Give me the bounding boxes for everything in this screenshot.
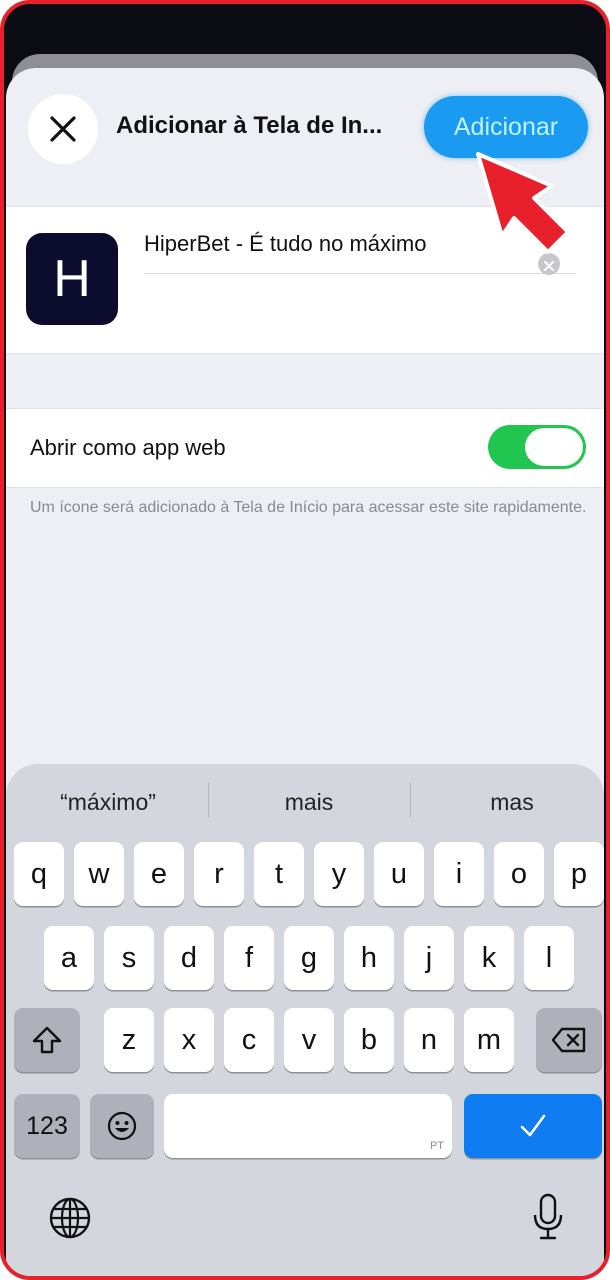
key-n[interactable]: n <box>404 1008 454 1072</box>
globe-icon <box>49 1197 91 1239</box>
key-o[interactable]: o <box>494 842 544 906</box>
key-h[interactable]: h <box>344 926 394 990</box>
key-r[interactable]: r <box>194 842 244 906</box>
suggestion-1[interactable]: “máximo” <box>8 784 208 820</box>
pointer-arrow-icon <box>476 152 570 254</box>
toggle-knob <box>525 428 583 466</box>
key-g[interactable]: g <box>284 926 334 990</box>
web-app-row: Abrir como app web <box>6 408 604 488</box>
key-a[interactable]: a <box>44 926 94 990</box>
key-j[interactable]: j <box>404 926 454 990</box>
suggestion-3[interactable]: mas <box>412 784 604 820</box>
space-key[interactable]: PT <box>164 1094 452 1158</box>
keyboard-language-label: PT <box>429 1140 444 1152</box>
app-name-value: HiperBet - É tudo no máximo <box>144 231 427 256</box>
key-e[interactable]: e <box>134 842 184 906</box>
key-y[interactable]: y <box>314 842 364 906</box>
key-v[interactable]: v <box>284 1008 334 1072</box>
done-key[interactable] <box>464 1094 602 1158</box>
key-q[interactable]: q <box>14 842 64 906</box>
key-m[interactable]: m <box>464 1008 514 1072</box>
dictation-key[interactable] <box>524 1192 572 1242</box>
footnote-text: Um ícone será adicionado à Tela de Iníci… <box>30 499 587 516</box>
suggestion-divider <box>410 782 411 818</box>
sheet-title: Adicionar à Tela de In... <box>116 112 383 139</box>
microphone-icon <box>533 1193 563 1240</box>
key-l[interactable]: l <box>524 926 574 990</box>
key-p[interactable]: p <box>554 842 604 906</box>
checkmark-icon <box>520 1114 546 1137</box>
key-f[interactable]: f <box>224 926 274 990</box>
shift-key[interactable] <box>14 1008 80 1072</box>
key-c[interactable]: c <box>224 1008 274 1072</box>
key-i[interactable]: i <box>434 842 484 906</box>
key-w[interactable]: w <box>74 842 124 906</box>
key-z[interactable]: z <box>104 1008 154 1072</box>
key-x[interactable]: x <box>164 1008 214 1072</box>
emoji-icon <box>107 1111 137 1141</box>
key-b[interactable]: b <box>344 1008 394 1072</box>
shift-icon <box>32 1026 62 1054</box>
numbers-key[interactable]: 123 <box>14 1094 80 1158</box>
key-u[interactable]: u <box>374 842 424 906</box>
suggestion-2[interactable]: mais <box>209 784 409 820</box>
close-icon <box>50 116 76 142</box>
web-app-toggle[interactable] <box>488 425 586 469</box>
key-d[interactable]: d <box>164 926 214 990</box>
key-k[interactable]: k <box>464 926 514 990</box>
backspace-key[interactable] <box>536 1008 602 1072</box>
backspace-icon <box>551 1027 586 1053</box>
web-app-toggle-label: Abrir como app web <box>30 435 226 460</box>
key-s[interactable]: s <box>104 926 154 990</box>
app-icon: H <box>26 233 118 325</box>
screen-frame: Adicionar à Tela de In... Adicionar H Hi… <box>0 0 610 1280</box>
emoji-key[interactable] <box>90 1094 154 1158</box>
keyboard: “máximo” mais mas qwertyuiop asdfghjkl z… <box>6 764 604 1276</box>
globe-key[interactable] <box>46 1194 94 1242</box>
close-button[interactable] <box>28 94 98 164</box>
key-t[interactable]: t <box>254 842 304 906</box>
add-button[interactable]: Adicionar <box>424 96 588 158</box>
